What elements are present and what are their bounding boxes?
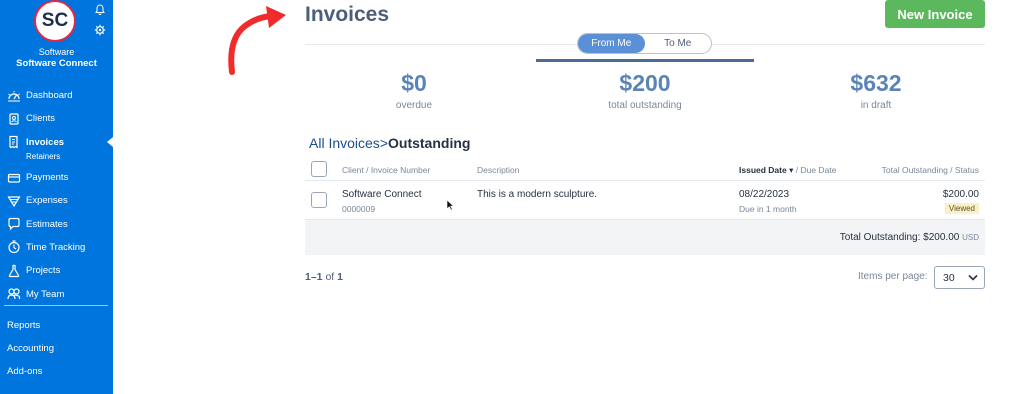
invoice-client-cell: Software Connect 0000009 bbox=[342, 189, 422, 214]
estimates-icon bbox=[8, 218, 20, 231]
chevron-down-icon bbox=[968, 274, 978, 281]
breadcrumb-current: Outstanding bbox=[388, 135, 471, 151]
new-invoice-button[interactable]: New Invoice bbox=[885, 0, 985, 28]
clients-icon bbox=[9, 113, 19, 125]
sidebar-item-my-team[interactable]: My Team bbox=[0, 282, 113, 305]
gear-icon[interactable] bbox=[94, 24, 106, 36]
breadcrumb-all-invoices[interactable]: All Invoices bbox=[309, 135, 380, 151]
sidebar-item-label: Dashboard bbox=[26, 90, 73, 102]
invoice-date-cell: 08/22/2023 Due in 1 month bbox=[739, 189, 797, 214]
summary-active-indicator bbox=[536, 59, 754, 62]
sidebar-item-clients[interactable]: Clients bbox=[0, 107, 113, 130]
dashboard-icon bbox=[8, 90, 20, 102]
invoice-number: 0000009 bbox=[342, 204, 376, 214]
pagination-of: of bbox=[325, 271, 335, 283]
avatar[interactable]: SC bbox=[34, 0, 76, 42]
table-row[interactable]: Software Connect 0000009 This is a moder… bbox=[305, 182, 985, 220]
business-name: Software Software Connect bbox=[0, 47, 113, 69]
total-label: Total Outstanding: bbox=[839, 232, 921, 243]
items-per-page-value: 30 bbox=[943, 271, 955, 284]
stat-value: $632 bbox=[850, 70, 902, 96]
pagination-total: 1 bbox=[337, 271, 343, 283]
breadcrumb: All Invoices>Outstanding bbox=[309, 135, 470, 151]
page-title: Invoices bbox=[305, 3, 390, 26]
sidebar: SC Software Software Connect Dashboard C… bbox=[0, 0, 113, 394]
invoice-amount-cell: $200.00 Viewed bbox=[943, 189, 979, 214]
sidebar-item-payments[interactable]: Payments bbox=[0, 166, 113, 189]
toggle-to-me[interactable]: To Me bbox=[645, 34, 712, 53]
items-per-page-select[interactable]: 30 bbox=[934, 266, 985, 289]
mouse-cursor-icon bbox=[446, 199, 454, 211]
table-total-bar: Total Outstanding: $200.00 USD bbox=[305, 220, 985, 255]
projects-icon bbox=[8, 264, 20, 277]
stat-label: in draft bbox=[860, 100, 892, 111]
status-badge: Viewed bbox=[944, 203, 979, 214]
payments-icon bbox=[7, 173, 21, 183]
column-total[interactable]: Total Outstanding / Status bbox=[882, 165, 979, 175]
stat-total-outstanding[interactable]: $200 total outstanding bbox=[560, 70, 730, 111]
sidebar-item-label: My Team bbox=[26, 288, 65, 300]
total-currency: USD bbox=[962, 233, 979, 242]
column-description[interactable]: Description bbox=[477, 165, 520, 175]
invoice-client: Software Connect bbox=[342, 189, 422, 200]
sidebar-item-expenses[interactable]: Expenses bbox=[0, 189, 113, 212]
breadcrumb-separator: > bbox=[379, 135, 388, 151]
bell-icon[interactable] bbox=[94, 4, 106, 16]
sidebar-item-reports[interactable]: Reports bbox=[7, 320, 40, 331]
sidebar-item-projects[interactable]: Projects bbox=[0, 259, 113, 282]
sidebar-item-time-tracking[interactable]: Time Tracking bbox=[0, 236, 113, 259]
expenses-icon bbox=[7, 196, 21, 207]
stat-label: total outstanding bbox=[608, 100, 682, 111]
sidebar-item-invoices[interactable]: Invoices bbox=[0, 131, 113, 154]
sidebar-item-accounting[interactable]: Accounting bbox=[7, 343, 54, 354]
invoice-amount: $200.00 bbox=[942, 189, 979, 200]
sidebar-item-label: Estimates bbox=[26, 218, 68, 230]
sidebar-item-add-ons[interactable]: Add-ons bbox=[7, 366, 42, 377]
sidebar-item-label: Projects bbox=[26, 265, 61, 277]
stat-value: $200 bbox=[619, 70, 671, 96]
invoice-description: This is a modern sculpture. bbox=[477, 189, 598, 200]
sidebar-item-label: Clients bbox=[26, 113, 56, 125]
invoices-icon bbox=[9, 136, 18, 149]
sidebar-item-label: Time Tracking bbox=[26, 241, 86, 253]
stat-value: $0 bbox=[401, 70, 427, 96]
sidebar-item-estimates[interactable]: Estimates bbox=[0, 212, 113, 235]
invoice-issued-date: 08/22/2023 bbox=[739, 189, 790, 200]
annotation-arrow-icon bbox=[228, 6, 286, 75]
total-outstanding: Total Outstanding: $200.00 USD bbox=[840, 232, 979, 243]
table-header: Client / Invoice Number Description Issu… bbox=[305, 158, 985, 181]
invoice-due: Due in 1 month bbox=[739, 204, 797, 214]
sidebar-item-label: Expenses bbox=[26, 195, 68, 207]
column-issued-label: Issued Date bbox=[739, 165, 787, 175]
invoice-direction-toggle: From Me To Me bbox=[577, 33, 712, 54]
sidebar-nav: Dashboard Clients Invoices Retainers Pay… bbox=[0, 84, 113, 306]
clock-icon bbox=[8, 240, 20, 254]
stat-in-draft[interactable]: $632 in draft bbox=[791, 70, 961, 111]
row-checkbox[interactable] bbox=[311, 192, 327, 208]
items-per-page-label: Items per page: bbox=[858, 271, 928, 282]
select-all-checkbox[interactable] bbox=[311, 161, 327, 177]
pagination-range: 1–1 bbox=[305, 271, 323, 283]
team-icon bbox=[7, 288, 21, 300]
sidebar-item-label: Payments bbox=[26, 172, 69, 184]
pagination-summary: 1–1 of 1 bbox=[305, 271, 343, 283]
stat-overdue[interactable]: $0 overdue bbox=[329, 70, 499, 111]
column-due-label: / Due Date bbox=[795, 165, 837, 175]
sort-down-icon: ▾ bbox=[789, 165, 794, 175]
stat-label: overdue bbox=[395, 100, 433, 111]
sidebar-item-label: Invoices bbox=[26, 136, 65, 148]
column-client[interactable]: Client / Invoice Number bbox=[342, 165, 430, 175]
business-name-line1: Software bbox=[38, 47, 75, 57]
sidebar-item-dashboard[interactable]: Dashboard bbox=[0, 84, 113, 107]
column-issued-date[interactable]: Issued Date ▾ / Due Date bbox=[739, 165, 836, 176]
sidebar-divider bbox=[4, 305, 108, 306]
total-value: $200.00 bbox=[923, 232, 960, 243]
business-name-line2: Software Connect bbox=[16, 58, 97, 69]
toggle-from-me[interactable]: From Me bbox=[578, 34, 645, 53]
